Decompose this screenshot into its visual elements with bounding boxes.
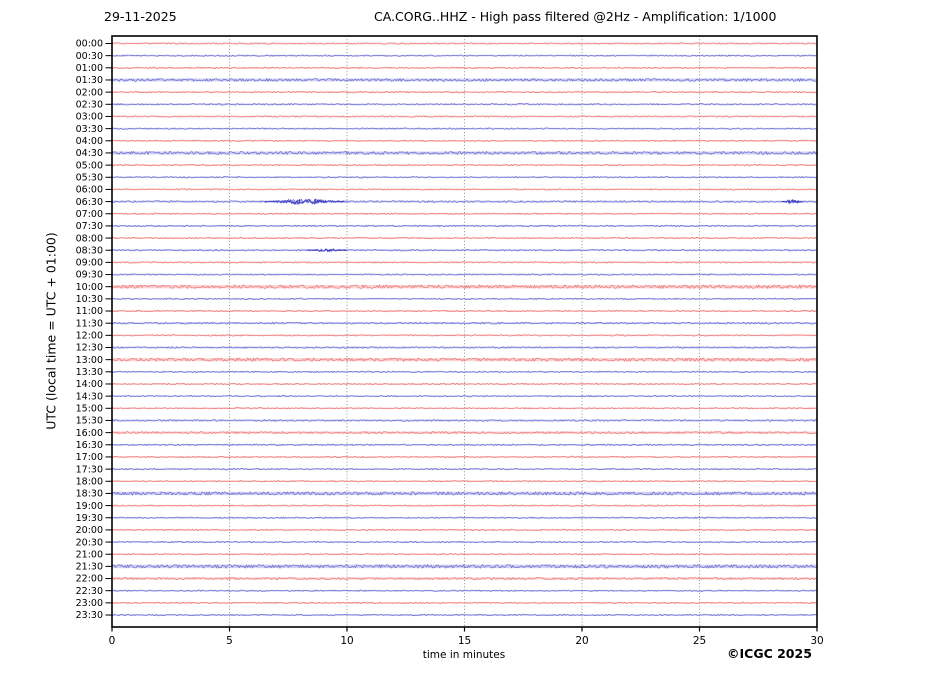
- time-label-1100: 11:00: [76, 306, 103, 317]
- time-label-1030: 10:30: [76, 294, 103, 305]
- time-label-1530: 15:30: [76, 416, 103, 427]
- time-label-1230: 12:30: [76, 343, 103, 354]
- time-label-1830: 18:30: [76, 489, 103, 500]
- time-label-0030: 00:30: [76, 51, 103, 62]
- time-label-0100: 01:00: [76, 63, 103, 74]
- time-label-0600: 06:00: [76, 185, 103, 196]
- x-tick-label-20: 20: [575, 635, 588, 647]
- time-label-0930: 09:30: [76, 270, 103, 281]
- time-label-2200: 22:00: [76, 574, 103, 585]
- x-tick-label-30: 30: [810, 635, 823, 647]
- x-tick-label-0: 0: [109, 635, 116, 647]
- copyright-label: ©ICGC 2025: [727, 646, 812, 661]
- time-label-0530: 05:30: [76, 172, 103, 183]
- time-label-1400: 14:00: [76, 379, 103, 390]
- helicorder-plot: 00:0000:3001:0001:3002:00 02:3003:0003:30…: [0, 0, 927, 696]
- time-label-0230: 02:30: [76, 100, 103, 111]
- time-label-2300: 23:00: [76, 598, 103, 609]
- time-label-1500: 15:00: [76, 404, 103, 415]
- time-label-1730: 17:30: [76, 464, 103, 475]
- time-label-0000: 00:00: [76, 39, 103, 50]
- time-label-1700: 17:00: [76, 452, 103, 463]
- time-label-0500: 05:00: [76, 160, 103, 171]
- time-label-0630: 06:30: [76, 197, 103, 208]
- time-label-1200: 12:00: [76, 331, 103, 342]
- time-label-1930: 19:30: [76, 513, 103, 524]
- time-label-0430: 04:30: [76, 148, 103, 159]
- x-tick-label-10: 10: [340, 635, 353, 647]
- time-label-1900: 19:00: [76, 501, 103, 512]
- time-label-0130: 01:30: [76, 75, 103, 86]
- time-label-1630: 16:30: [76, 440, 103, 451]
- x-tick-label-25: 25: [693, 635, 706, 647]
- time-label-2130: 21:30: [76, 562, 103, 573]
- x-tick-label-15: 15: [458, 635, 471, 647]
- time-label-2100: 21:00: [76, 549, 103, 560]
- time-label-0900: 09:00: [76, 258, 103, 269]
- time-label-0300: 03:00: [76, 112, 103, 123]
- x-tick-label-5: 5: [226, 635, 233, 647]
- helicorder-page: 29-11-2025 CA.CORG..HHZ - High pass filt…: [0, 0, 927, 696]
- time-label-2330: 23:30: [76, 610, 103, 621]
- time-label-0400: 04:00: [76, 136, 103, 147]
- time-label-1800: 18:00: [76, 476, 103, 487]
- time-label-1000: 10:00: [76, 282, 103, 293]
- x-axis-label: time in minutes: [423, 649, 505, 661]
- time-label-1430: 14:30: [76, 391, 103, 402]
- time-label-1330: 13:30: [76, 367, 103, 378]
- time-label-2000: 20:00: [76, 525, 103, 536]
- time-label-2030: 20:30: [76, 537, 103, 548]
- time-label-0200: 02:00: [76, 87, 103, 98]
- time-label-0330: 03:30: [76, 124, 103, 135]
- time-label-1600: 16:00: [76, 428, 103, 439]
- plot-frame: [112, 36, 817, 627]
- time-label-0730: 07:30: [76, 221, 103, 232]
- time-label-1300: 13:00: [76, 355, 103, 366]
- event-trace-0630-0: [265, 199, 344, 204]
- time-label-2230: 22:30: [76, 586, 103, 597]
- time-label-0830: 08:30: [76, 245, 103, 256]
- time-label-0800: 08:00: [76, 233, 103, 244]
- time-label-1130: 11:30: [76, 318, 103, 329]
- time-label-0700: 07:00: [76, 209, 103, 220]
